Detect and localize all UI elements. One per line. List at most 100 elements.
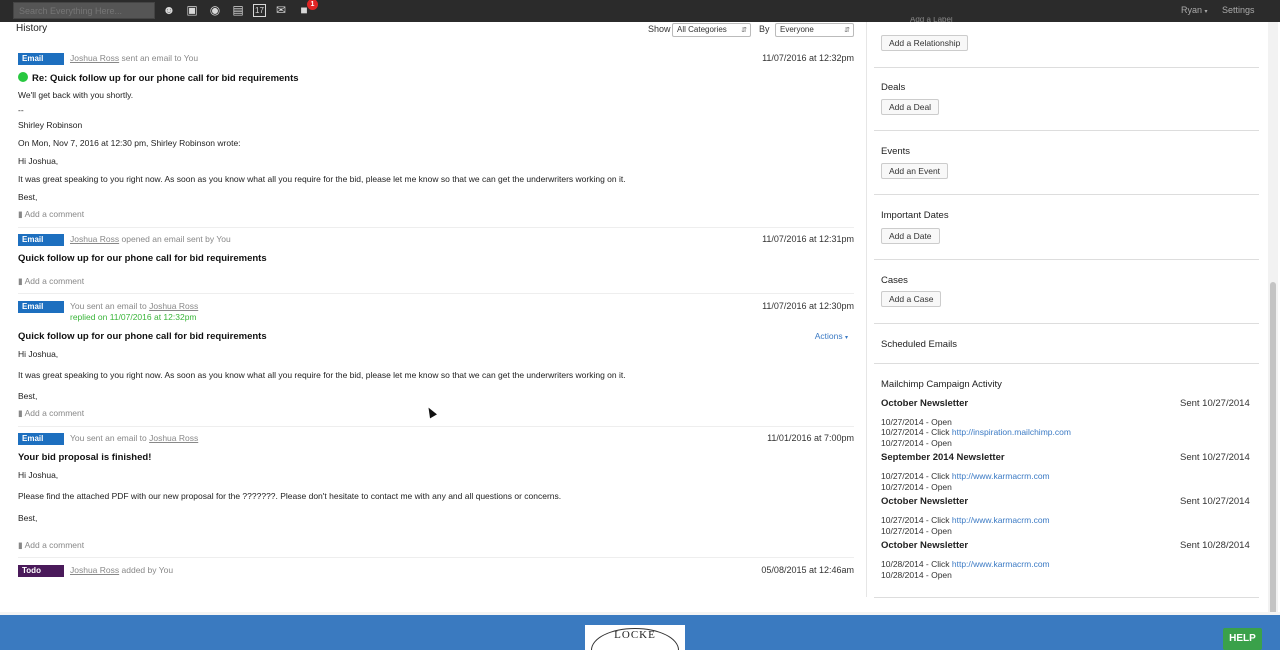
show-label: Show (648, 24, 671, 34)
campaign-sent: Sent 10/27/2014 (1180, 452, 1250, 463)
item-action: added by You (121, 565, 174, 575)
contact-link[interactable]: Joshua Ross (149, 301, 198, 311)
item-meta: Joshua Ross sent an email to You (70, 53, 198, 63)
top-bar: ☻ ▣ ◉ ▤ 17 ✉ ■1 Ryan ▾ Settings (0, 0, 1280, 22)
campaign-activity: 10/27/2014 - Open (881, 526, 952, 536)
campaign-sent: Sent 10/27/2014 (1180, 496, 1250, 507)
user-name: Ryan (1181, 5, 1203, 15)
item-body-line: Best, (18, 513, 38, 523)
calendar-icon[interactable]: 17 (253, 4, 266, 17)
item-meta: You sent an email to Joshua Ross (70, 433, 198, 443)
help-button[interactable]: HELP (1223, 628, 1262, 650)
scrollbar-thumb[interactable] (1270, 282, 1276, 628)
page-scrollbar[interactable] (1268, 22, 1278, 628)
campaign-activity: 10/27/2014 - Click http://www.karmacrm.c… (881, 515, 1050, 525)
comment-icon: ▮ (18, 209, 23, 219)
email-badge: Email (18, 433, 64, 445)
item-action: sent an email to You (121, 53, 199, 63)
activity-link[interactable]: http://www.karmacrm.com (952, 471, 1050, 481)
comment-icon: ▮ (18, 408, 23, 418)
history-item: Todo Joshua Ross added by You 05/08/2015… (18, 565, 854, 587)
item-subject: Quick follow up for our phone call for b… (18, 331, 267, 342)
activity-link[interactable]: http://inspiration.mailchimp.com (952, 427, 1071, 437)
user-select[interactable]: Everyone ⇵ (775, 23, 854, 37)
comment-icon: ▮ (18, 540, 23, 550)
item-action: You sent an email to (70, 433, 147, 443)
add-comment-link[interactable]: ▮ Add a comment (18, 209, 84, 220)
item-subject: Quick follow up for our phone call for b… (18, 253, 267, 264)
add-date-button[interactable]: Add a Date (881, 228, 940, 244)
chat-icon[interactable]: ■ 1 (296, 0, 318, 18)
section-divider (874, 597, 1259, 598)
history-item: Email Joshua Ross opened an email sent b… (18, 234, 854, 294)
item-time: 05/08/2015 at 12:46am (761, 565, 854, 575)
contact-link[interactable]: Joshua Ross (70, 565, 119, 575)
item-subject: Your bid proposal is finished! (18, 452, 152, 463)
add-comment-label: Add a comment (24, 408, 85, 418)
item-body-line: -- (18, 105, 24, 115)
comment-icon: ▮ (18, 276, 23, 286)
money-bag-icon[interactable]: ◉ (207, 3, 223, 18)
campaign-activity: 10/28/2014 - Open (881, 570, 952, 580)
email-badge: Email (18, 53, 64, 65)
notification-badge: 1 (307, 0, 318, 10)
contact-link[interactable]: Joshua Ross (70, 53, 119, 63)
item-body-line: We'll get back with you shortly. (18, 90, 134, 100)
replied-status: replied on 11/07/2016 at 12:32pm (70, 312, 197, 322)
campaign-sent: Sent 10/27/2014 (1180, 398, 1250, 409)
email-badge: Email (18, 301, 64, 313)
campaign-activity: 10/27/2014 - Open (881, 417, 952, 427)
campaign-activity: 10/27/2014 - Click http://inspiration.ma… (881, 427, 1071, 437)
by-label: By (759, 24, 770, 34)
select-arrows-icon: ⇵ (741, 27, 747, 34)
campaign-name: September 2014 Newsletter (881, 452, 1005, 463)
add-label-link[interactable]: Add a Label (910, 17, 953, 23)
item-subject: Re: Quick follow up for our phone call f… (18, 72, 299, 84)
mail-icon[interactable]: ✉ (273, 3, 289, 18)
item-body-line: It was great speaking to you right now. … (18, 174, 626, 184)
campaign-activity: 10/27/2014 - Click http://www.karmacrm.c… (881, 471, 1050, 481)
add-comment-link[interactable]: ▮ Add a comment (18, 276, 84, 287)
item-time: 11/07/2016 at 12:30pm (762, 301, 854, 311)
top-icons: ☻ ▣ ◉ ▤ 17 ✉ ■ 1 (161, 0, 318, 18)
search-input[interactable] (13, 2, 155, 19)
user-select-value: Everyone (780, 25, 814, 34)
events-title: Events (881, 146, 911, 157)
mailchimp-title: Mailchimp Campaign Activity (881, 379, 1002, 390)
person-icon[interactable]: ☻ (161, 3, 177, 18)
buildings-icon[interactable]: ▣ (184, 3, 200, 18)
add-comment-link[interactable]: ▮ Add a comment (18, 540, 84, 551)
todo-badge: Todo (18, 565, 64, 577)
category-select-value: All Categories (677, 25, 727, 34)
activity-link[interactable]: http://www.karmacrm.com (952, 515, 1050, 525)
section-divider (874, 67, 1259, 68)
user-menu[interactable]: Ryan ▾ (1181, 5, 1208, 15)
actions-dropdown[interactable]: Actions ▾ (815, 331, 848, 341)
history-item: Email Joshua Ross sent an email to You 1… (18, 53, 854, 228)
select-arrows-icon: ⇵ (844, 27, 850, 34)
contact-link[interactable]: Joshua Ross (149, 433, 198, 443)
settings-link[interactable]: Settings (1222, 5, 1255, 15)
inbox-icon[interactable]: ▤ (230, 3, 246, 18)
footer: LOCKE HELP (0, 615, 1280, 650)
section-divider (874, 363, 1259, 364)
contact-link[interactable]: Joshua Ross (70, 234, 119, 244)
unread-dot-icon (18, 72, 28, 82)
add-event-button[interactable]: Add an Event (881, 163, 949, 179)
activity-link[interactable]: http://www.karmacrm.com (952, 559, 1050, 569)
chevron-down-icon: ▾ (844, 335, 848, 341)
add-case-button[interactable]: Add a Case (881, 291, 942, 307)
item-body-line: On Mon, Nov 7, 2016 at 12:30 pm, Shirley… (18, 138, 241, 148)
add-relationship-button[interactable]: Add a Relationship (881, 35, 969, 51)
add-comment-label: Add a comment (24, 540, 85, 550)
add-comment-label: Add a comment (24, 209, 85, 219)
item-body-line: Hi Joshua, (18, 156, 59, 166)
add-comment-link[interactable]: ▮ Add a comment (18, 408, 84, 419)
section-divider (874, 259, 1259, 260)
item-body-line: Hi Joshua, (18, 349, 59, 359)
category-select[interactable]: All Categories ⇵ (672, 23, 751, 37)
add-deal-button[interactable]: Add a Deal (881, 99, 940, 115)
item-action: You sent an email to (70, 301, 147, 311)
company-logo: LOCKE (585, 625, 685, 650)
campaign-name: October Newsletter (881, 398, 969, 409)
